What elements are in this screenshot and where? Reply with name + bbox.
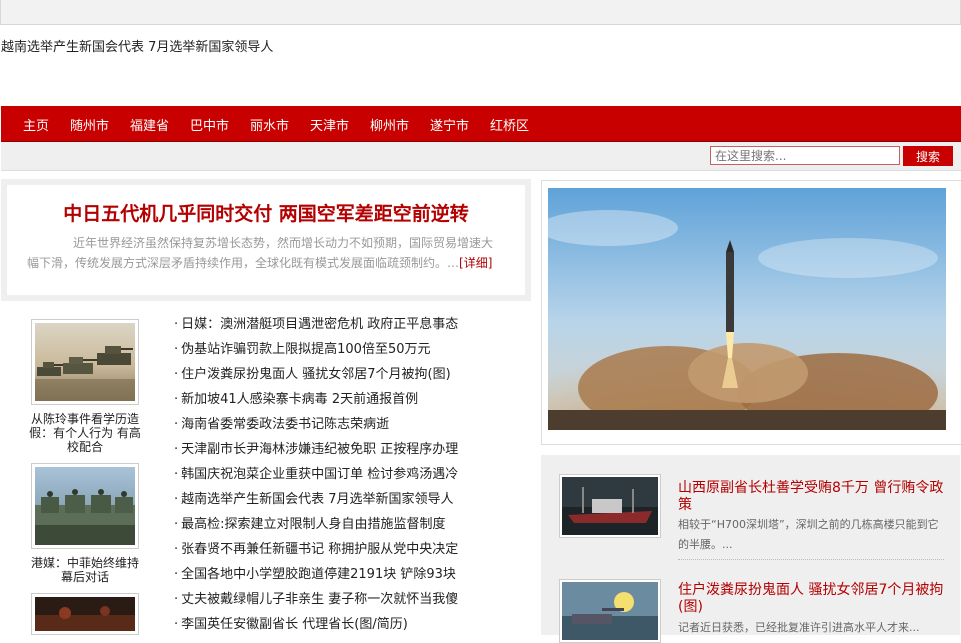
military-parade-photo-icon [35,467,135,545]
side-news-summary: 相较于“H700深圳塔”，深圳之前的几栋高楼只能到它的半腰。... [678,518,939,551]
search-input[interactable] [710,146,900,165]
nav-item-suizhou[interactable]: 随州市 [70,115,109,134]
list-item[interactable]: 新加坡41人感染寨卡病毒 2天前通报首例 [174,389,458,414]
list-item[interactable]: 住户泼粪尿扮鬼面人 骚扰女邻居7个月被拘(图) [174,364,458,389]
side-news-item: 山西原副省长杜善学受贿8千万 曾行贿令政策 相较于“H700深圳塔”，深圳之前的… [543,455,959,575]
side-news-title[interactable]: 住户泼粪尿扮鬼面人 骚扰女邻居7个月被拘(图) [678,582,948,616]
thumb-parade[interactable] [31,463,139,549]
list-item[interactable]: 最高检:探索建立对限制人身自由措施监督制度 [174,514,458,539]
list-item[interactable]: 全国各地中小学塑胶跑道停建2191块 铲除93块 [174,564,458,589]
nav-item-lishui[interactable]: 丽水市 [250,115,289,134]
tanks-photo-icon [35,323,135,401]
side-news-summary: 记者近日获悉，已经批复准许引进高水平人才来... [678,621,920,634]
thumb-tanks[interactable] [31,319,139,405]
nav-item-liuzhou[interactable]: 柳州市 [370,115,409,134]
top-bar [0,0,961,25]
divider [678,559,944,560]
nav-item-suining[interactable]: 遂宁市 [430,115,469,134]
side-thumb[interactable] [559,579,661,643]
naval-gun-photo-icon [562,582,658,640]
list-item[interactable]: 越南选举产生新国会代表 7月选举新国家领导人 [174,489,458,514]
feature-summary-text: 近年世界经济虽然保持复苏增长态势，然而增长动力不如预期，国际贸易增速大幅下滑，传… [27,236,494,270]
side-news-title[interactable]: 山西原副省长杜善学受贿8千万 曾行贿令政策 [678,480,948,514]
ship-photo-icon [562,477,658,535]
feature-summary: 近年世界经济虽然保持复苏增长态势，然而增长动力不如预期，国际贸易增速大幅下滑，传… [27,233,499,273]
list-item[interactable]: 海南省委常委政法委书记陈志荣病逝 [174,414,458,439]
thumb-caption-tanks[interactable]: 从陈玲事件看学历造假：有个人行为 有高校配合 [28,412,142,454]
missile-launch-photo-icon[interactable] [548,188,946,430]
list-item[interactable]: 张春贤不再兼任新疆书记 称拥护服从党中央决定 [174,539,458,564]
nav-item-home[interactable]: 主页 [23,115,49,134]
search-button[interactable]: 搜索 [903,146,953,166]
feature-more-link[interactable]: [详细] [459,256,492,270]
feature-title[interactable]: 中日五代机几乎同时交付 两国空军差距空前逆转 [7,199,525,226]
thumb-third[interactable] [31,593,139,635]
nav-item-tianjin[interactable]: 天津市 [310,115,349,134]
nav-item-hongqiao[interactable]: 红桥区 [490,115,529,134]
list-item[interactable]: 丈夫被戴绿帽儿子非亲生 妻子称一次就怀当我傻 [174,589,458,614]
feature-inner: 中日五代机几乎同时交付 两国空军差距空前逆转 近年世界经济虽然保持复苏增长态势，… [7,185,525,295]
top-headline-link[interactable]: 越南选举产生新国会代表 7月选举新国家领导人 [1,36,273,55]
dark-photo-icon [35,597,135,631]
side-news-item: 住户泼粪尿扮鬼面人 骚扰女邻居7个月被拘(图) 记者近日获悉，已经批复准许引进高… [543,575,959,643]
list-item[interactable]: 伪基站诈骗罚款上限拟提高100倍至50万元 [174,339,458,364]
thumb-caption-parade[interactable]: 港媒：中菲始终维持幕后对话 [28,556,142,584]
list-item[interactable]: 天津副市长尹海林涉嫌违纪被免职 正按程序办理 [174,439,458,464]
side-thumb[interactable] [559,474,661,538]
nav-item-bazhong[interactable]: 巴中市 [190,115,229,134]
news-list: 日媒：澳洲潜艇项目遇泄密危机 政府正平息事态 伪基站诈骗罚款上限拟提高100倍至… [174,314,458,639]
nav-item-fujian[interactable]: 福建省 [130,115,169,134]
feature-box: 中日五代机几乎同时交付 两国空军差距空前逆转 近年世界经济虽然保持复苏增长态势，… [1,179,531,301]
list-item[interactable]: 韩国庆祝泡菜企业重获中国订单 检讨参鸡汤遇冷 [174,464,458,489]
main-nav: 主页 随州市 福建省 巴中市 丽水市 天津市 柳州市 遂宁市 红桥区 [1,106,961,142]
list-item[interactable]: 日媒：澳洲潜艇项目遇泄密危机 政府正平息事态 [174,314,458,339]
list-item[interactable]: 李国英任安徽副省长 代理省长(图/简历) [174,614,458,639]
